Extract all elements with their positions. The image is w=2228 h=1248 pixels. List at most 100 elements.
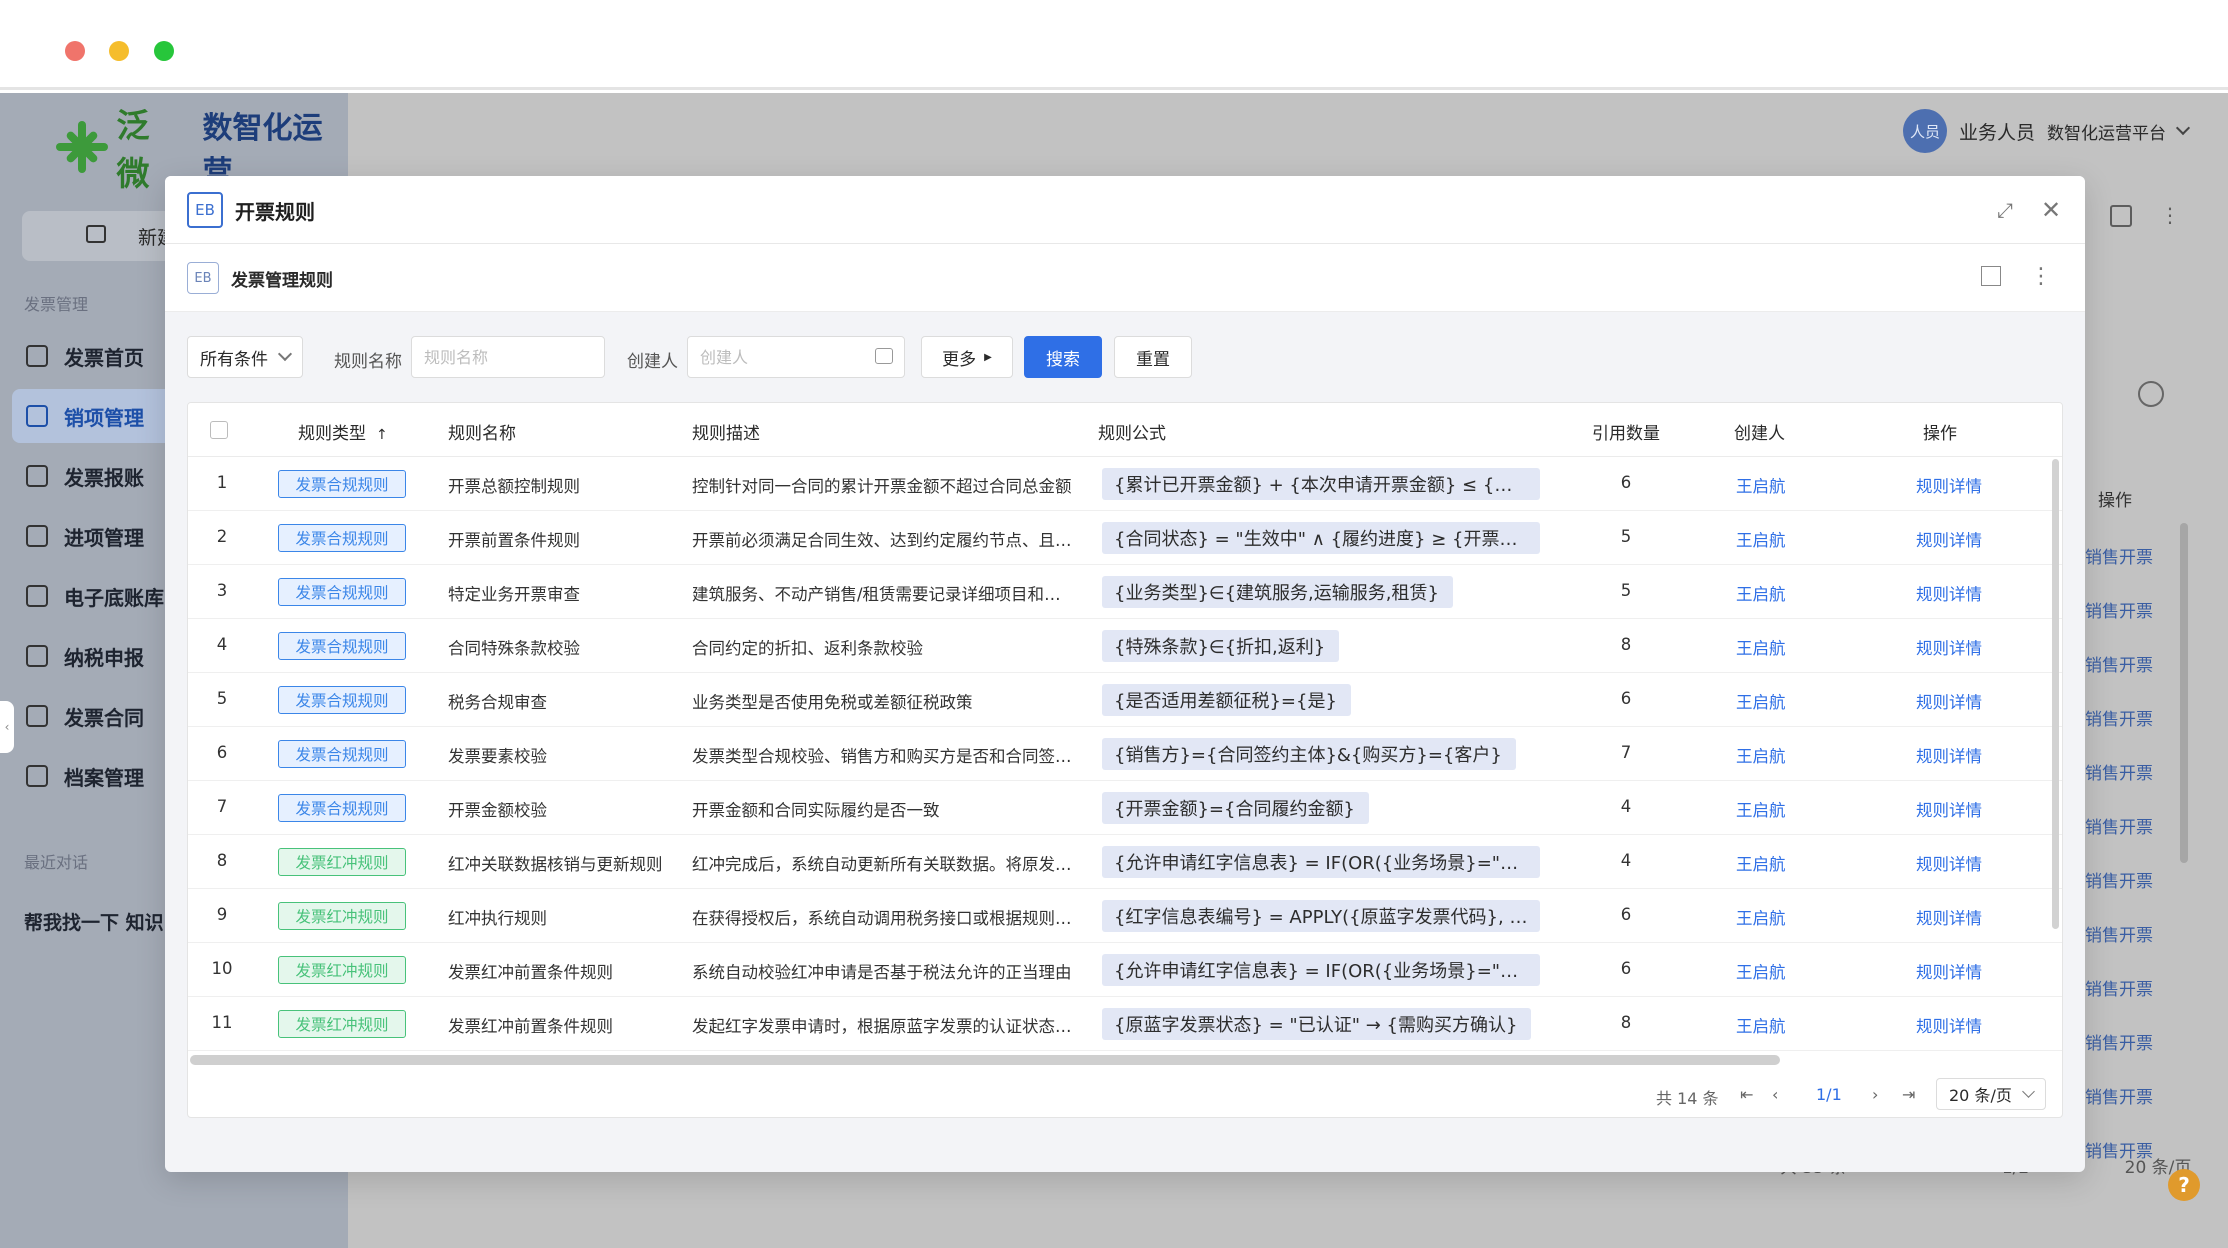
recent-section-title: 最近对话 xyxy=(24,853,89,872)
formula-text: {原蓝字发票状态} = "已认证" → {需购买方确认} xyxy=(1114,1015,1518,1036)
rule-name: 发票红冲前置条件规则 xyxy=(448,1017,613,1036)
close-icon[interactable]: ✕ xyxy=(2039,196,2063,224)
creator-label: 创建人 xyxy=(627,352,678,372)
creator-link[interactable]: 王启航 xyxy=(1736,635,1786,659)
rule-detail-link[interactable]: 规则详情 xyxy=(1916,689,1982,713)
select-all-checkbox[interactable] xyxy=(210,421,228,439)
rule-type-tag: 发票合规规则 xyxy=(278,686,406,714)
archive-icon xyxy=(26,765,48,787)
rule-detail-link[interactable]: 规则详情 xyxy=(1916,527,1982,551)
sub-title: 发票管理规则 xyxy=(231,271,333,291)
creator-link[interactable]: 王启航 xyxy=(1736,797,1786,821)
page-size-select[interactable]: 20 条/页 xyxy=(1936,1078,2046,1110)
help-button[interactable]: ? xyxy=(2168,1169,2200,1201)
bg-row-link: 销售开票 xyxy=(2085,656,2153,676)
table-row[interactable]: 9 发票红冲规则 红冲执行规则 在获得授权后，系统自动调用税务接口或根据规则生成红字发… xyxy=(188,889,2062,943)
creator-link[interactable]: 王启航 xyxy=(1736,905,1786,929)
search-button[interactable]: 搜索 xyxy=(1024,336,1102,378)
more-vertical-icon[interactable]: ⋮ xyxy=(2029,264,2053,289)
ref-count: 6 xyxy=(1620,689,1632,708)
formula-text: {允许申请红字信息表} = IF(OR({业务场景}="销货退回" xyxy=(1114,853,1528,874)
rule-detail-link[interactable]: 规则详情 xyxy=(1916,473,1982,497)
table-row[interactable]: 8 发票红冲规则 红冲关联数据核销与更新规则 红冲完成后，系统自动更新所有关联数据。将… xyxy=(188,835,2062,889)
user-select-icon[interactable] xyxy=(875,348,893,364)
chevron-down-icon xyxy=(277,346,293,362)
creator-link[interactable]: 王启航 xyxy=(1736,527,1786,551)
formula-text: {特殊条款}∈{折扣,返利} xyxy=(1114,637,1326,658)
bg-row-link: 销售开票 xyxy=(2085,1088,2153,1108)
table-icon xyxy=(26,465,48,487)
bg-row-link: 销售开票 xyxy=(2085,710,2153,730)
recent-conversation-item[interactable]: 帮我找一下 知识 xyxy=(24,908,164,935)
col-count: 引用数量 xyxy=(1592,424,1660,444)
window-close-button[interactable] xyxy=(65,41,85,61)
rule-type-tag: 发票合规规则 xyxy=(278,524,406,552)
pagination: 共 14 条 ⇤ ‹ 1/1 › ⇥ 20 条/页 xyxy=(188,1069,2062,1117)
more-filters-button[interactable]: 更多 ▶ xyxy=(921,336,1013,378)
creator-input[interactable] xyxy=(687,336,905,378)
horizontal-scrollbar[interactable] xyxy=(190,1055,1780,1065)
table-row[interactable]: 2 发票合规规则 开票前置条件规则 开票前必须满足合同生效、达到约定履约节点、且已确认… xyxy=(188,511,2062,565)
table-row[interactable]: 4 发票合规规则 合同特殊条款校验 合同约定的折扣、返利条款校验 {特殊条款}∈{折扣,… xyxy=(188,619,2062,673)
caret-right-icon: ▶ xyxy=(984,351,992,363)
table-row[interactable]: 11 发票红冲规则 发票红冲前置条件规则 发起红字发票申请时，根据原蓝字发票的认证状态… xyxy=(188,997,2062,1051)
menu-label: 纳税申报 xyxy=(64,645,144,670)
next-page-icon[interactable]: › xyxy=(1872,1085,1878,1104)
first-page-icon[interactable]: ⇤ xyxy=(1740,1085,1753,1104)
ref-count: 5 xyxy=(1620,527,1632,546)
col-type[interactable]: 规则类型 ↑ xyxy=(298,419,388,444)
formula-text: {红字信息表编号} = APPLY({原蓝字发票代码}, {原蓝字发票号码}) xyxy=(1114,907,1528,928)
prev-page-icon[interactable]: ‹ xyxy=(1772,1085,1778,1104)
sort-asc-icon[interactable]: ↑ xyxy=(376,427,388,443)
last-page-icon[interactable]: ⇥ xyxy=(1902,1085,1915,1104)
rule-detail-link[interactable]: 规则详情 xyxy=(1916,851,1982,875)
expand-icon[interactable]: ⤢ xyxy=(1993,198,2017,222)
table-row[interactable]: 3 发票合规规则 特定业务开票审查 建筑服务、不动产销售/租赁需要记录详细项目和地址 {… xyxy=(188,565,2062,619)
rule-formula: {允许申请红字信息表} = IF(OR({业务场景}="销货退回" xyxy=(1102,954,1540,986)
rule-detail-link[interactable]: 规则详情 xyxy=(1916,635,1982,659)
window-minimize-button[interactable] xyxy=(109,41,129,61)
grid-icon[interactable] xyxy=(2110,205,2132,227)
rule-detail-link[interactable]: 规则详情 xyxy=(1916,743,1982,767)
reset-button[interactable]: 重置 xyxy=(1114,336,1192,378)
vertical-scrollbar[interactable] xyxy=(2052,459,2059,929)
user-menu[interactable]: 人员 业务人员 数智化运营平台 xyxy=(1902,109,2191,153)
rule-detail-link[interactable]: 规则详情 xyxy=(1916,1013,1982,1037)
table-row[interactable]: 1 发票合规规则 开票总额控制规则 控制针对同一合同的累计开票金额不超过合同总金额 {累… xyxy=(188,457,2062,511)
creator-link[interactable]: 王启航 xyxy=(1736,1013,1786,1037)
sidebar-section-title: 发票管理 xyxy=(24,295,89,314)
modal-header: EB 开票规则 ⤢ ✕ xyxy=(165,176,2085,244)
table-row[interactable]: 6 发票合规规则 发票要素校验 发票类型合规校验、销售方和购买方是否和合同签约主体一致… xyxy=(188,727,2062,781)
rule-type-tag: 发票红冲规则 xyxy=(278,956,406,984)
emoji-icon[interactable] xyxy=(2138,381,2164,407)
creator-link[interactable]: 王启航 xyxy=(1736,743,1786,767)
creator-link[interactable]: 王启航 xyxy=(1736,959,1786,983)
creator-link[interactable]: 王启航 xyxy=(1736,473,1786,497)
rule-name: 合同特殊条款校验 xyxy=(448,639,580,658)
window-maximize-button[interactable] xyxy=(154,41,174,61)
more-vertical-icon[interactable]: ⋮ xyxy=(2160,205,2180,227)
table-row[interactable]: 5 发票合规规则 税务合规审查 业务类型是否使用免税或差额征税政策 {是否适用差额征税}… xyxy=(188,673,2062,727)
rule-name: 开票前置条件规则 xyxy=(448,531,580,550)
sidebar-collapse-toggle[interactable]: ‹ xyxy=(0,701,14,753)
rule-detail-link[interactable]: 规则详情 xyxy=(1916,581,1982,605)
rule-desc: 建筑服务、不动产销售/租赁需要记录详细项目和地址 xyxy=(692,585,1074,604)
menu-label: 档案管理 xyxy=(64,765,144,790)
creator-link[interactable]: 王启航 xyxy=(1736,689,1786,713)
weaver-logo-icon xyxy=(56,121,108,173)
rule-detail-link[interactable]: 规则详情 xyxy=(1916,959,1982,983)
sub-header: EB 发票管理规则 ⋮ xyxy=(165,244,2085,312)
grid-icon[interactable] xyxy=(1981,266,2001,286)
chevron-down-icon xyxy=(2175,120,2191,136)
creator-link[interactable]: 王启航 xyxy=(1736,851,1786,875)
at-icon xyxy=(26,345,48,367)
table-row[interactable]: 10 发票红冲规则 发票红冲前置条件规则 系统自动校验红冲申请是否基于税法允许的正当理… xyxy=(188,943,2062,997)
creator-link[interactable]: 王启航 xyxy=(1736,581,1786,605)
rule-name-input[interactable] xyxy=(411,336,605,378)
rule-detail-link[interactable]: 规则详情 xyxy=(1916,905,1982,929)
condition-select[interactable]: 所有条件 xyxy=(187,336,303,378)
rule-detail-link[interactable]: 规则详情 xyxy=(1916,797,1982,821)
table-row[interactable]: 7 发票合规规则 开票金额校验 开票金额和合同实际履约是否一致 {开票金额}={合同履约… xyxy=(188,781,2062,835)
rule-formula: {业务类型}∈{建筑服务,运输服务,租赁} xyxy=(1102,576,1453,608)
formula-text: {累计已开票金额} + {本次申请开票金额} ≤ {合同总金额} xyxy=(1114,475,1528,496)
